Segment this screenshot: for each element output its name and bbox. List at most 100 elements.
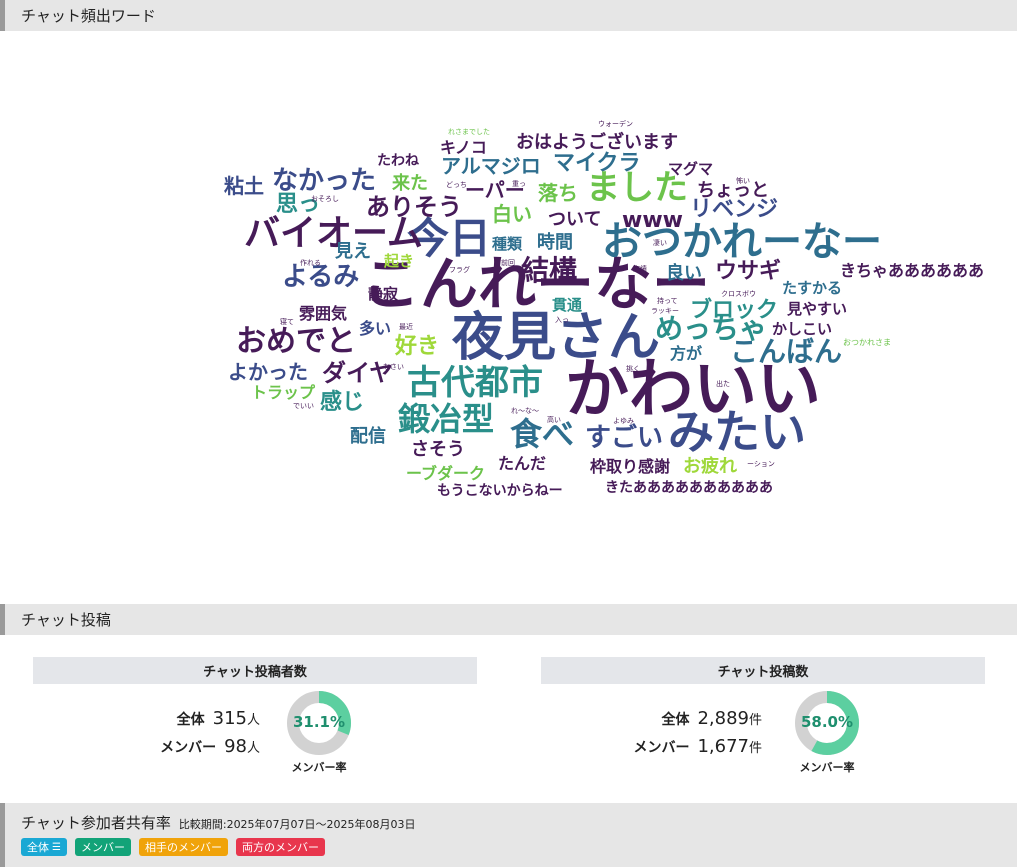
word-cloud-word: 怖い: [736, 177, 750, 185]
posters-total-label: 全体: [176, 712, 205, 728]
word-cloud-word: よるみ: [282, 262, 360, 292]
word-cloud-word: 落ち: [538, 181, 578, 205]
list-icon: ☰: [52, 841, 61, 853]
word-cloud-word: 挑く: [626, 365, 640, 373]
word-cloud-word: 持って: [657, 297, 678, 305]
legend-chip-partner-member-label: 相手のメンバー: [144, 841, 222, 854]
word-cloud-word: 鍛冶型: [398, 400, 495, 438]
word-cloud-word: よゆみ: [613, 417, 634, 425]
legend-chip-member-label: メンバー: [80, 841, 125, 854]
word-cloud-word: ついて: [548, 209, 602, 230]
posters-member-rate-value: 31.1%: [292, 713, 346, 731]
posters-member-rate-caption: メンバー率: [291, 761, 347, 774]
word-cloud-word: リベンジ: [690, 197, 779, 222]
word-cloud-word: 凄い: [653, 239, 667, 247]
word-cloud-word: 貫通: [552, 296, 583, 314]
posts-member-rate-caption: メンバー率: [799, 761, 855, 774]
posters-member-label: メンバー: [160, 740, 217, 756]
posters-card-title: チャット投稿者数: [203, 665, 307, 680]
word-cloud-word: たすかる: [782, 279, 843, 297]
word-cloud-word: おはようございます: [516, 132, 678, 153]
legend-chip-both-member[interactable]: 両方のメンバー: [235, 838, 325, 856]
posters-member-unit: 人: [246, 741, 260, 756]
posters-member-row: メンバー 98 人: [130, 736, 260, 757]
word-cloud-word: もうこないからねー: [437, 483, 563, 499]
posts-member-rate-donut: 58.0%: [795, 691, 859, 755]
word-cloud-word: みたい: [668, 405, 806, 459]
word-cloud-word: 古代都市: [407, 363, 543, 403]
legend-chip-partner-member[interactable]: 相手のメンバー: [138, 838, 228, 856]
word-cloud-word: 白い: [492, 202, 532, 226]
word-cloud-word: ありそう: [366, 193, 462, 221]
word-cloud-word: おつかれさま: [843, 338, 891, 347]
word-cloud-word: 高い: [547, 416, 561, 424]
share-section-title: チャット参加者共有率: [21, 814, 171, 832]
word-cloud-word: ブロック: [690, 298, 779, 323]
word-cloud-word: 感じ: [320, 390, 365, 415]
posts-member-row: メンバー 1,677 件: [600, 736, 762, 757]
posts-card-header: チャット投稿数: [541, 657, 985, 684]
posts-section-header: チャット投稿: [0, 604, 1017, 635]
word-cloud-word: たわね: [377, 153, 419, 169]
word-cloud-word: れさまでした: [448, 128, 490, 136]
word-cloud-word: よかった: [228, 360, 308, 384]
word-cloud-word: ーション: [747, 460, 775, 468]
word-cloud-word: 時間: [537, 232, 573, 253]
share-section-header: チャット参加者共有率 比較期間:2025年07月07日〜2025年08月03日 …: [0, 803, 1017, 867]
word-cloud-word: でいい: [293, 402, 314, 410]
word-cloud-word: れ〜な〜: [511, 407, 539, 415]
word-cloud-word: フラグ: [449, 266, 470, 274]
word-cloud-word: 配信: [350, 426, 386, 447]
posts-member-unit: 件: [748, 741, 762, 756]
legend-chip-all[interactable]: 全体 ☰: [21, 838, 67, 856]
word-cloud-word: すごい: [585, 423, 664, 453]
wordcloud-section-header: チャット頻出ワード: [0, 0, 1017, 31]
word-cloud-word: 静寂: [368, 285, 399, 303]
legend-chip-all-label: 全体: [27, 841, 49, 854]
word-cloud-word: 枠取り感謝: [590, 457, 671, 476]
word-cloud-word: かしこい: [772, 320, 833, 338]
posts-member-rate-value: 58.0%: [800, 713, 854, 731]
posters-total-value: 315: [212, 708, 247, 729]
word-cloud-word: ウォーデン: [598, 120, 633, 128]
posters-total-unit: 人: [246, 713, 260, 728]
word-cloud-word: マグマ: [668, 160, 714, 178]
word-cloud-word: さそう: [411, 439, 465, 460]
word-cloud-word: 多い: [359, 319, 392, 338]
posts-total-unit: 件: [748, 713, 762, 728]
word-cloud-word: どっち: [446, 181, 467, 189]
word-cloud-word: 出た: [716, 380, 730, 388]
posters-card-header: チャット投稿者数: [33, 657, 477, 684]
posters-member-value: 98: [224, 736, 247, 757]
word-cloud-word: アルマジロ: [441, 154, 541, 178]
word-cloud-word: 前回: [501, 259, 515, 267]
word-cloud-word: 作れる: [300, 259, 321, 267]
word-cloud-word: ラッキー: [651, 307, 679, 315]
word-cloud-word: 寝て: [280, 318, 294, 326]
word-cloud-word: 起き: [384, 252, 415, 270]
word-cloud-word: マイクラ: [553, 151, 641, 176]
word-cloud-word: おめでと: [236, 324, 356, 359]
word-cloud-word: 結構: [521, 254, 578, 287]
word-cloud-word: 実績: [633, 265, 647, 273]
word-cloud-word: 好き: [395, 334, 440, 359]
posts-member-label: メンバー: [633, 740, 690, 756]
wordcloud-section-title: チャット頻出ワード: [21, 7, 156, 25]
legend-chip-member[interactable]: メンバー: [74, 838, 131, 856]
word-cloud-word: たんだ: [498, 454, 547, 473]
word-cloud-word: www: [622, 208, 683, 233]
word-cloud-word: 来た: [392, 173, 428, 194]
word-cloud-word: 方が: [670, 344, 703, 363]
legend-chip-both-member-label: 両方のメンバー: [241, 841, 319, 854]
word-cloud-word: トラップ: [251, 383, 316, 402]
share-legend: 全体 ☰ メンバー 相手のメンバー 両方のメンバー: [21, 838, 325, 856]
word-cloud-word: 重っ: [512, 180, 526, 188]
word-cloud-word: ーブダーク: [406, 464, 486, 483]
word-cloud-word: 粘土: [224, 174, 264, 198]
posts-member-value: 1,677: [697, 736, 749, 757]
posters-total-row: 全体 315 人: [150, 708, 260, 729]
word-cloud-word: 入っ: [555, 316, 569, 324]
posts-total-value: 2,889: [697, 708, 749, 729]
share-title-row: チャット参加者共有率 比較期間:2025年07月07日〜2025年08月03日: [21, 812, 416, 833]
word-cloud-word: お疲れ: [683, 456, 737, 477]
